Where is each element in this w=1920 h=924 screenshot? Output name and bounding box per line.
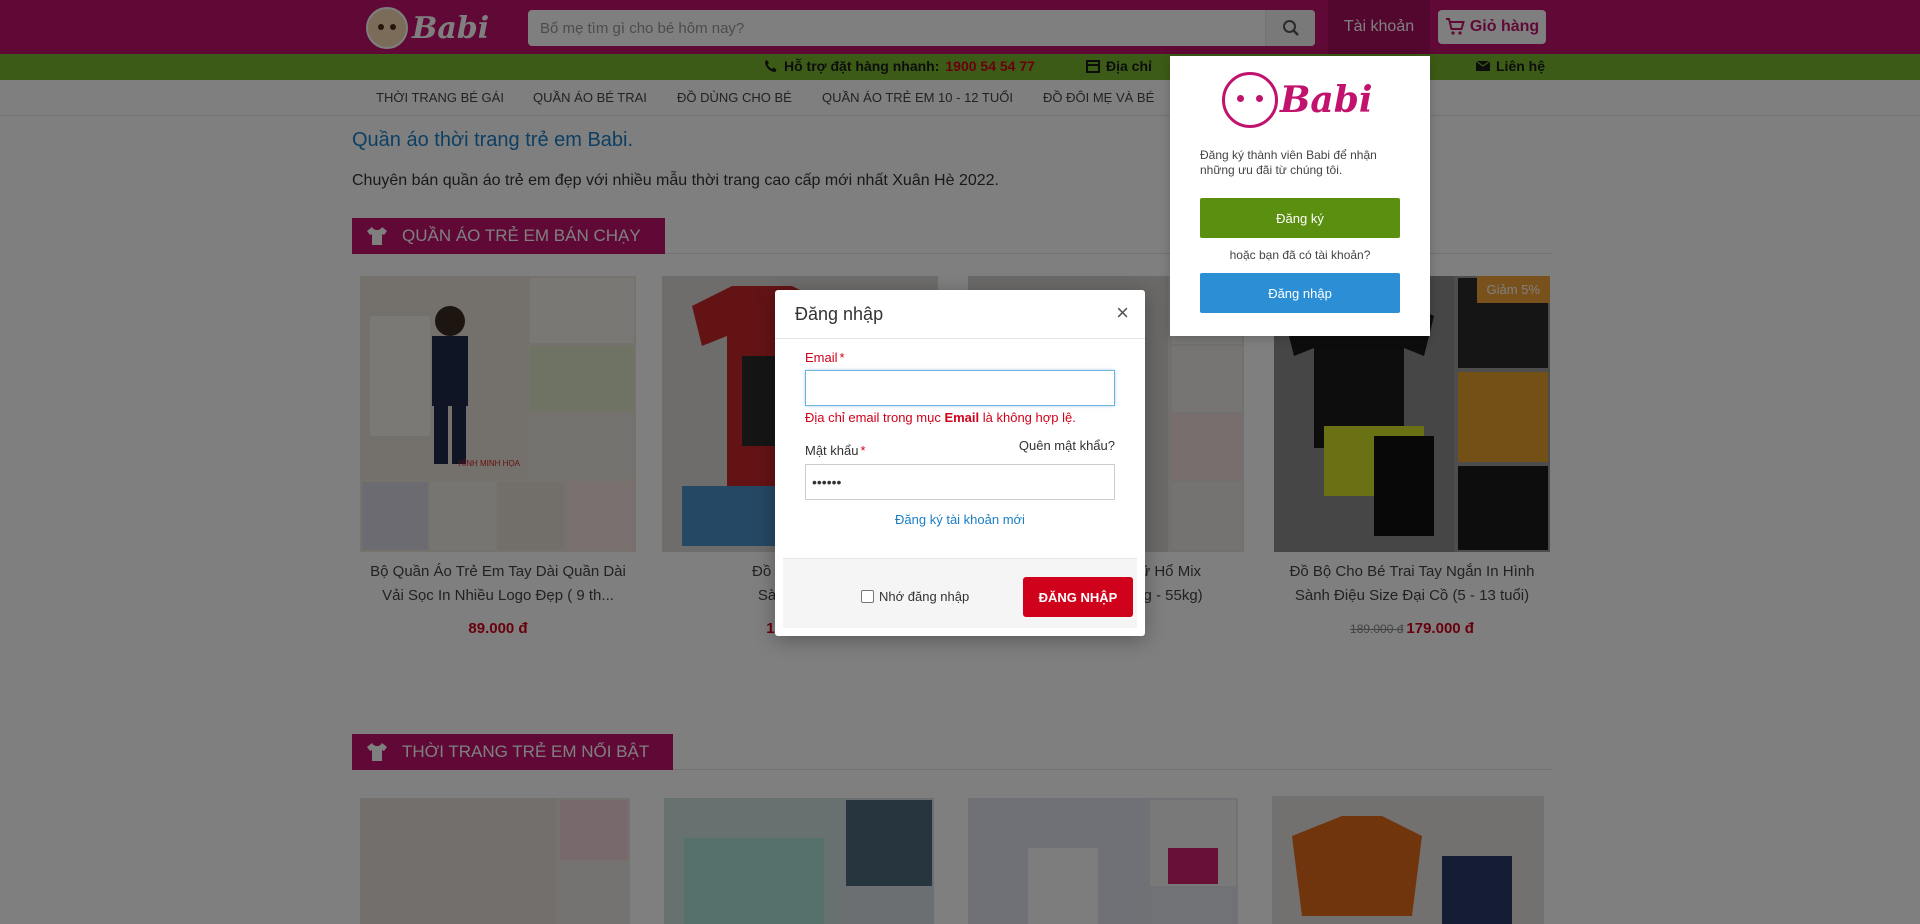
forgot-password-link[interactable]: Quên mật khẩu?: [1019, 438, 1115, 453]
error-text: là không hợp lệ.: [979, 410, 1076, 425]
email-label: Email *: [805, 350, 845, 365]
account-dropdown: Babi Đăng ký thành viên Babi để nhận nhữ…: [1170, 56, 1430, 336]
remember-checkbox[interactable]: [861, 590, 874, 603]
password-label: Mật khẩu *: [805, 443, 866, 458]
remember-me[interactable]: Nhớ đăng nhập: [861, 589, 969, 604]
remember-label: Nhớ đăng nhập: [879, 589, 970, 604]
email-label-text: Email: [805, 350, 838, 365]
popup-login-button[interactable]: Đăng nhập: [1200, 273, 1400, 313]
email-error-message: Địa chỉ email trong mục Email là không h…: [805, 410, 1076, 425]
login-modal: Đăng nhập × Email * Địa chỉ email trong m…: [775, 290, 1145, 636]
popup-logo: Babi: [1222, 72, 1373, 128]
popup-register-button[interactable]: Đăng ký: [1200, 198, 1400, 238]
popup-logo-text: Babi: [1280, 79, 1373, 121]
baby-face-icon: [1222, 72, 1278, 128]
modal-divider: [775, 338, 1145, 339]
email-field[interactable]: [805, 370, 1115, 406]
popup-or-text: hoặc bạn đã có tài khoản?: [1229, 248, 1371, 262]
register-account-link[interactable]: Đăng ký tài khoản mới: [775, 512, 1145, 527]
required-mark: *: [860, 443, 866, 458]
modal-title: Đăng nhập: [795, 304, 884, 324]
password-label-text: Mật khẩu: [805, 443, 859, 458]
login-submit-button[interactable]: ĐĂNG NHẬP: [1023, 577, 1133, 617]
error-field-name: Email: [944, 410, 980, 425]
popup-description: Đăng ký thành viên Babi để nhận những ưu…: [1200, 148, 1377, 177]
error-text: Địa chỉ email trong mục: [805, 410, 945, 425]
close-icon[interactable]: ×: [1116, 300, 1129, 326]
password-field[interactable]: [805, 464, 1115, 500]
modal-footer: Nhớ đăng nhập ĐĂNG NHẬP: [783, 558, 1137, 628]
required-mark: *: [839, 350, 845, 365]
